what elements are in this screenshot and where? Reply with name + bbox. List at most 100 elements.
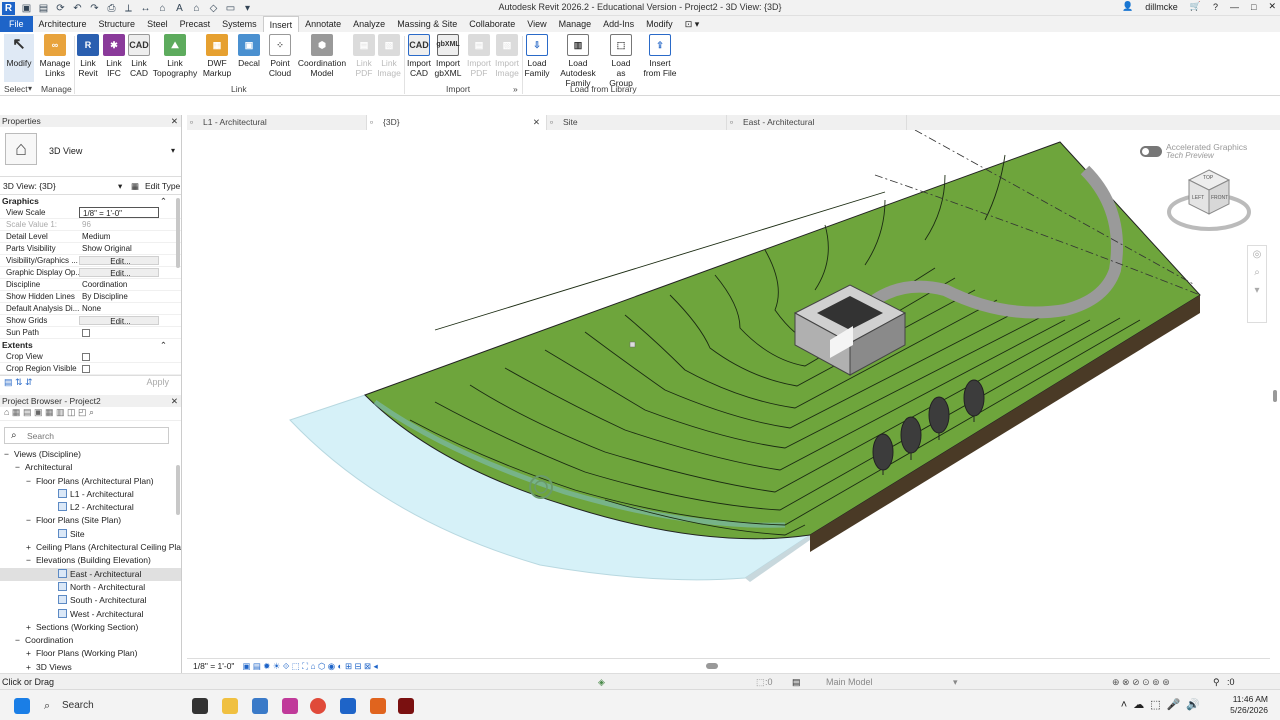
- collapse-icon[interactable]: −: [26, 554, 36, 567]
- illustrator-icon[interactable]: [398, 698, 414, 714]
- view-cube[interactable]: TOP LEFT FRONT: [1167, 168, 1251, 238]
- browser-item[interactable]: L1 - Architectural: [0, 488, 181, 501]
- close-icon[interactable]: ✕: [171, 115, 178, 127]
- zoom-icon[interactable]: ⌕: [1248, 264, 1266, 282]
- browser-toolbar-icons[interactable]: ⌂ ▦ ▤ ▣ ▦ ▥ ◫ ◰ ⌕: [0, 407, 181, 421]
- import-pdf-button[interactable]: ▤ Import PDF: [466, 34, 492, 78]
- app-taskbar-icon[interactable]: [370, 698, 386, 714]
- taskbar-search[interactable]: ⌕ Search: [38, 695, 188, 717]
- tab-view[interactable]: View: [521, 16, 552, 32]
- snipping-tool-icon[interactable]: [282, 698, 298, 714]
- property-checkbox[interactable]: [79, 363, 159, 374]
- tab-annotate[interactable]: Annotate: [299, 16, 347, 32]
- tab-structure[interactable]: Structure: [93, 16, 142, 32]
- workset-icon[interactable]: ◈: [598, 674, 605, 690]
- cart-icon[interactable]: 🛒: [1190, 1, 1201, 12]
- collapse-icon[interactable]: ⌃: [160, 195, 167, 207]
- selection-options-icons[interactable]: ⊕ ⊗ ⊘ ⊙ ⊚ ⊛: [1112, 674, 1170, 690]
- chrome-icon[interactable]: [310, 698, 326, 714]
- manage-links-button[interactable]: ∞ Manage Links: [38, 34, 72, 78]
- viewport-scrollbar-h[interactable]: [705, 663, 718, 669]
- properties-filter-icons[interactable]: ▤ ⇅ ⇵: [4, 377, 33, 388]
- import-gbxml-button[interactable]: gbXML Import gbXML: [434, 34, 462, 78]
- chevron-down-icon[interactable]: ▾: [118, 177, 122, 195]
- chevron-down-icon[interactable]: ▾: [953, 674, 958, 690]
- collapse-icon[interactable]: −: [26, 514, 36, 527]
- view-tab[interactable]: ▫ L1 - Architectural: [187, 115, 367, 130]
- view-scale-button[interactable]: 1/8" = 1'-0": [193, 661, 234, 671]
- system-tray-icons[interactable]: ˄☁⬚🎤🔊: [1121, 698, 1206, 711]
- import-image-button[interactable]: ▧ Import Image: [494, 34, 520, 78]
- expand-icon[interactable]: +: [26, 647, 36, 660]
- link-image-button[interactable]: ▧ Link Image: [377, 34, 401, 78]
- load-family-button[interactable]: ⇩ Load Family: [524, 34, 550, 78]
- tab-file[interactable]: File: [0, 16, 33, 32]
- modify-button[interactable]: ↖ Modify: [4, 34, 34, 82]
- browser-item[interactable]: East - Architectural: [0, 567, 181, 581]
- browser-item[interactable]: L2 - Architectural: [0, 501, 181, 514]
- browser-item[interactable]: − Elevations (Building Elevation): [0, 554, 181, 567]
- minimize-button[interactable]: —: [1230, 2, 1239, 12]
- user-name[interactable]: dillmcke: [1145, 2, 1178, 12]
- cube-front-label[interactable]: FRONT: [1211, 195, 1228, 201]
- browser-item[interactable]: North - Architectural: [0, 581, 181, 594]
- tab-modify[interactable]: Modify: [640, 16, 679, 32]
- tab-systems[interactable]: Systems: [216, 16, 263, 32]
- checkbox-icon[interactable]: [82, 329, 90, 337]
- calculator-icon[interactable]: [252, 698, 268, 714]
- browser-search-input[interactable]: [27, 429, 167, 442]
- tab-architecture[interactable]: Architecture: [33, 16, 93, 32]
- browser-item[interactable]: West - Architectural: [0, 608, 181, 621]
- 3d-viewport[interactable]: Accelerated Graphics Tech Preview TOP LE…: [185, 129, 1277, 658]
- import-cad-button[interactable]: CAD Import CAD: [406, 34, 432, 78]
- browser-item[interactable]: − Floor Plans (Site Plan): [0, 514, 181, 527]
- group-select[interactable]: Select: [4, 84, 28, 94]
- apply-button[interactable]: Apply: [146, 377, 169, 387]
- browser-item[interactable]: − Views (Discipline): [0, 448, 181, 461]
- design-options-icon[interactable]: ⬚: [756, 674, 765, 690]
- chevron-down-icon[interactable]: ▾: [171, 146, 175, 155]
- windows-start-icon[interactable]: [14, 698, 30, 714]
- point-cloud-button[interactable]: ⁘ Point Cloud: [266, 34, 294, 78]
- link-revit-button[interactable]: R Link Revit: [76, 34, 100, 78]
- collapse-icon[interactable]: −: [4, 448, 14, 461]
- load-as-group-button[interactable]: ⬚ Load as Group: [606, 34, 636, 88]
- tab-collaborate[interactable]: Collaborate: [463, 16, 521, 32]
- file-explorer-icon[interactable]: [222, 698, 238, 714]
- edit-button[interactable]: Edit...: [79, 316, 159, 325]
- browser-item[interactable]: − Floor Plans (Architectural Plan): [0, 475, 181, 488]
- close-icon[interactable]: ✕: [533, 115, 540, 130]
- browser-scrollbar[interactable]: [176, 465, 180, 515]
- property-value[interactable]: Medium: [79, 231, 159, 242]
- property-value[interactable]: Coordination: [79, 279, 159, 290]
- property-value[interactable]: None: [79, 303, 159, 314]
- browser-item[interactable]: + Ceiling Plans (Architectural Ceiling Pl…: [0, 541, 181, 554]
- link-pdf-button[interactable]: ▤ Link PDF: [352, 34, 376, 78]
- expand-icon[interactable]: +: [26, 541, 36, 554]
- collapse-icon[interactable]: −: [26, 475, 36, 488]
- collapse-icon[interactable]: −: [15, 461, 25, 474]
- tab-insert[interactable]: Insert: [262, 16, 300, 32]
- property-checkbox[interactable]: [79, 351, 159, 362]
- task-view-icon[interactable]: [192, 698, 208, 714]
- view-tab[interactable]: ▫ Site: [547, 115, 727, 130]
- cube-left-label[interactable]: LEFT: [1192, 195, 1204, 201]
- properties-scrollbar[interactable]: [176, 198, 180, 268]
- tab-steel[interactable]: Steel: [141, 16, 174, 32]
- property-checkbox[interactable]: [79, 327, 159, 338]
- insert-from-file-button[interactable]: ⇪ Insert from File: [640, 34, 680, 78]
- expand-icon[interactable]: +: [26, 621, 36, 634]
- browser-search[interactable]: ⌕: [4, 427, 169, 444]
- property-value[interactable]: Show Original: [79, 243, 159, 254]
- browser-item[interactable]: − Coordination: [0, 634, 181, 647]
- type-selector[interactable]: ⌂ 3D View ▾: [0, 127, 181, 177]
- viewport-scrollbar-v[interactable]: [1273, 390, 1277, 402]
- link-ifc-button[interactable]: ✱ Link IFC: [102, 34, 126, 78]
- help-icon[interactable]: ?: [1213, 2, 1218, 12]
- cube-top-label[interactable]: TOP: [1203, 175, 1213, 181]
- collapse-icon[interactable]: ⌃: [160, 339, 167, 351]
- accelerated-graphics-toggle[interactable]: [1140, 146, 1162, 157]
- tab-precast[interactable]: Precast: [174, 16, 217, 32]
- link-cad-button[interactable]: CAD Link CAD: [127, 34, 151, 78]
- ribbon-options-icon[interactable]: ⊡ ▾: [679, 16, 706, 32]
